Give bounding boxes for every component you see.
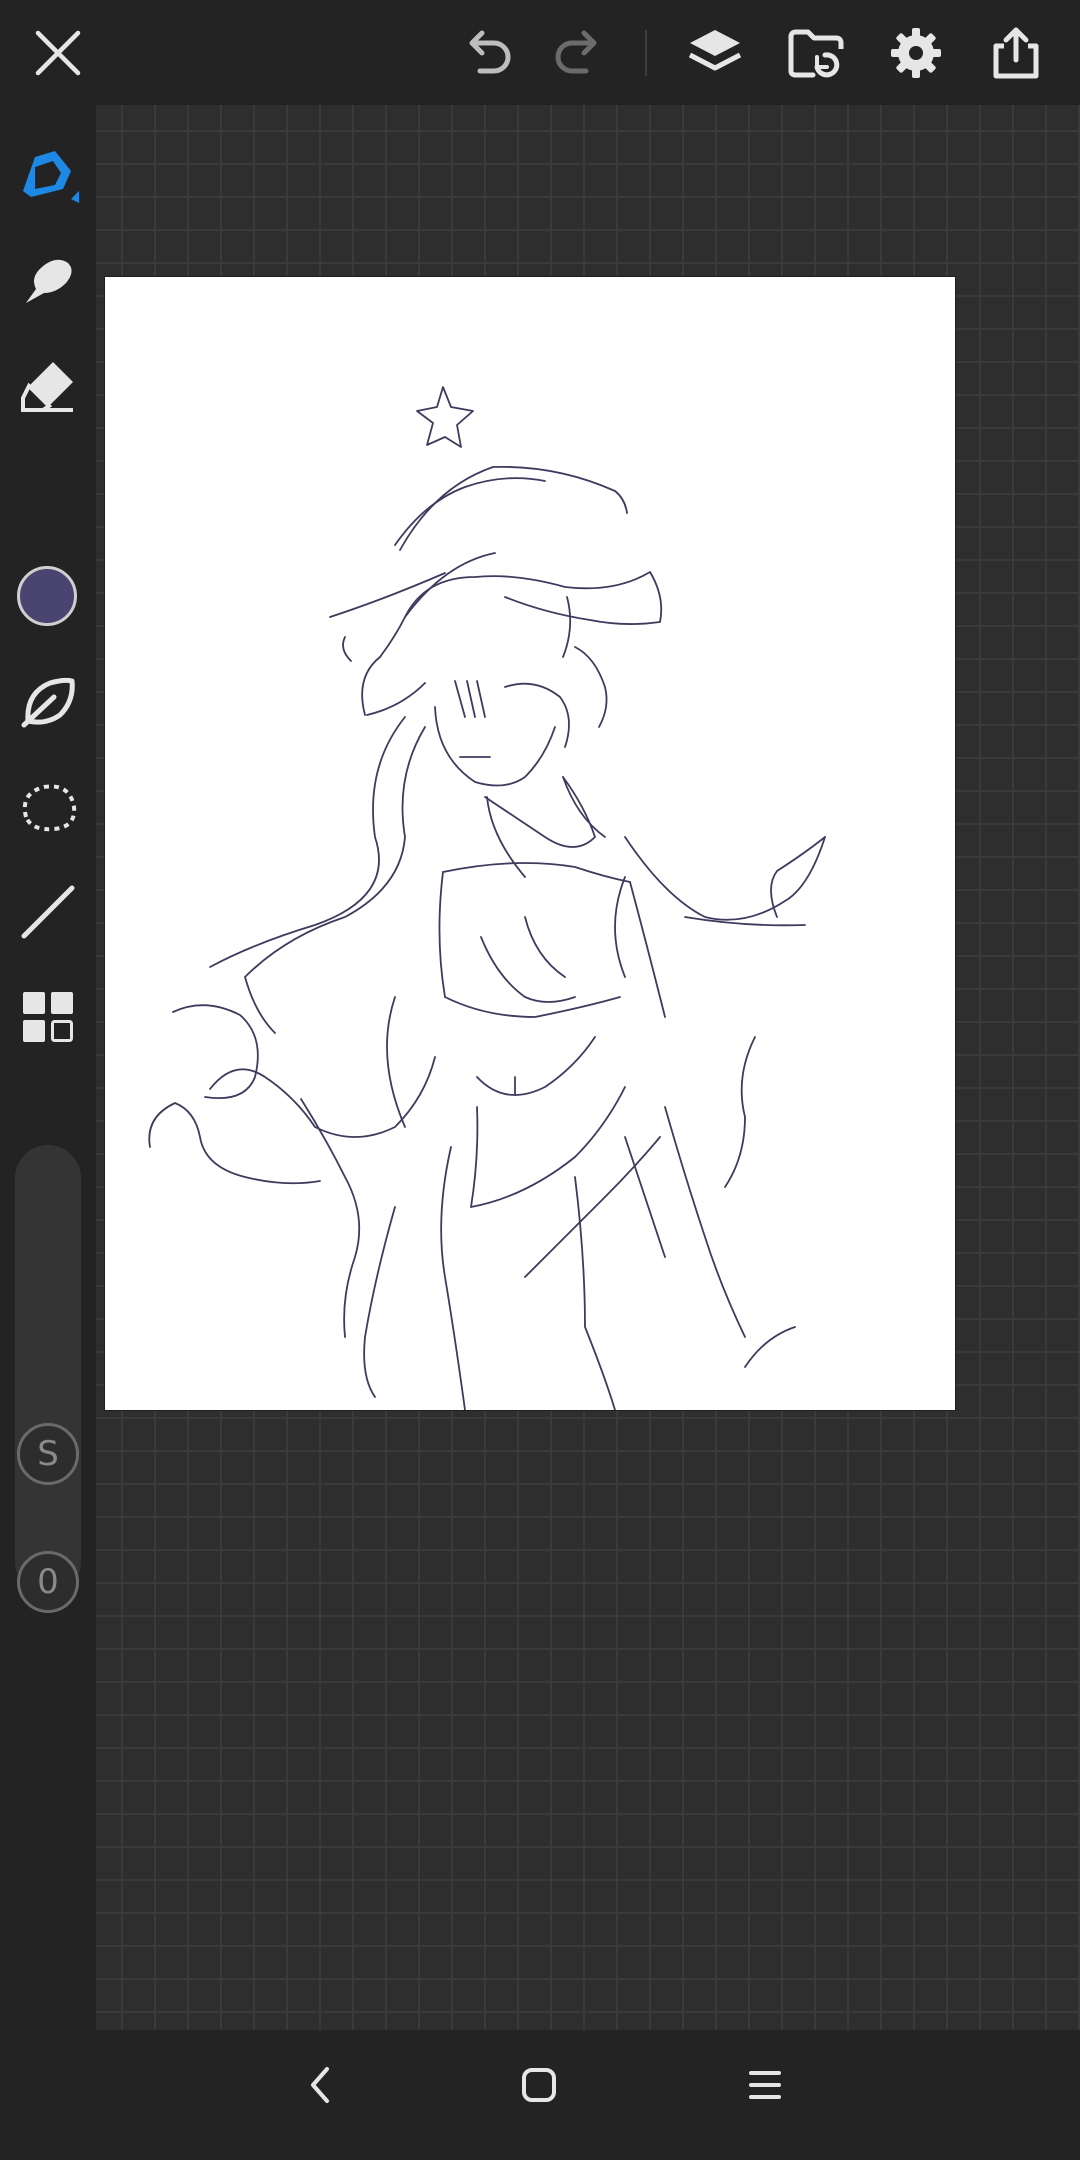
- back-icon: [311, 2067, 329, 2103]
- pen-icon: [23, 151, 79, 203]
- recents-icon: [749, 2071, 781, 2099]
- leaf-brush-icon: [21, 677, 75, 728]
- line-icon: [21, 885, 75, 939]
- lasso-icon: [22, 784, 77, 832]
- smudge-tool-button[interactable]: [12, 245, 84, 317]
- lasso-tool-button[interactable]: [12, 771, 84, 843]
- brush-size-label: S: [37, 1434, 59, 1474]
- tool-sidebar: S 0: [0, 105, 96, 2030]
- brush-size-slider[interactable]: [15, 1145, 81, 1595]
- layers-button[interactable]: [682, 20, 748, 86]
- eraser-icon: [21, 362, 73, 412]
- nav-back-button[interactable]: [290, 2055, 350, 2115]
- smudge-icon: [26, 259, 72, 303]
- settings-button[interactable]: [883, 20, 949, 86]
- share-button[interactable]: [983, 20, 1049, 86]
- gallery-button[interactable]: [783, 20, 849, 86]
- redo-button[interactable]: [545, 20, 611, 86]
- line-tool-button[interactable]: [12, 876, 84, 948]
- system-navigation-bar: [0, 2030, 1080, 2160]
- brush-library-button[interactable]: [12, 665, 84, 737]
- layers-icon: [688, 30, 742, 71]
- close-icon: [35, 30, 81, 76]
- nav-home-button[interactable]: [509, 2055, 569, 2115]
- eraser-tool-button[interactable]: [12, 350, 84, 422]
- brush-opacity-handle[interactable]: 0: [17, 1551, 79, 1613]
- close-button[interactable]: [25, 20, 91, 86]
- gear-icon: [891, 28, 941, 78]
- top-toolbar: [0, 0, 1080, 105]
- home-icon: [522, 2068, 556, 2102]
- drawing-canvas[interactable]: [105, 277, 955, 1411]
- pen-tool-button[interactable]: [12, 140, 84, 212]
- brush-opacity-label: 0: [37, 1562, 59, 1602]
- toolbar-divider: [645, 30, 647, 76]
- grid-icon: [23, 992, 73, 1042]
- undo-icon: [469, 30, 511, 74]
- share-icon: [993, 27, 1039, 79]
- gallery-folder-icon: [788, 29, 844, 78]
- brush-size-handle[interactable]: S: [17, 1423, 79, 1485]
- more-tools-button[interactable]: [12, 981, 84, 1053]
- nav-recents-button[interactable]: [735, 2055, 795, 2115]
- undo-button[interactable]: [455, 20, 521, 86]
- sketch-artwork: [148, 386, 826, 1411]
- redo-icon: [555, 30, 597, 74]
- color-picker[interactable]: [17, 566, 77, 626]
